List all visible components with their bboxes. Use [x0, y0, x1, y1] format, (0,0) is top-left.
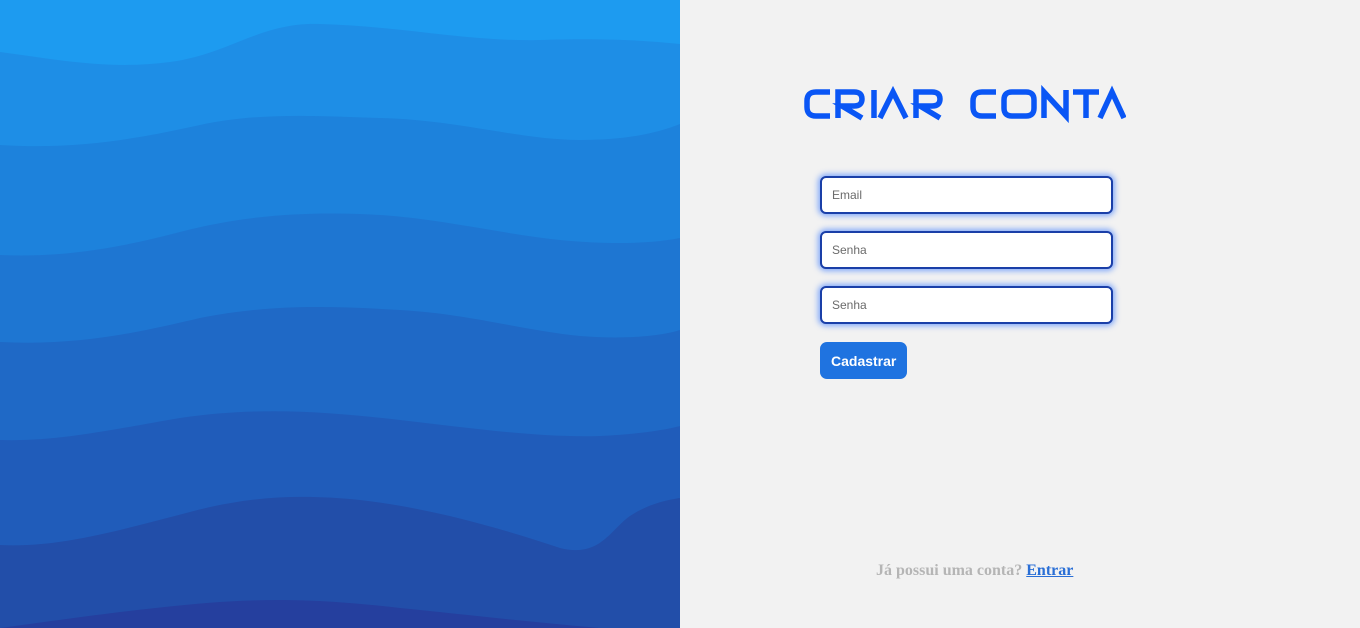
signup-form-panel: CRIAR CONTA [680, 0, 1360, 628]
wave-background [0, 0, 680, 628]
title-display-lettering [804, 84, 1126, 124]
email-field[interactable] [820, 176, 1113, 214]
password-field[interactable] [820, 231, 1113, 269]
page-title: CRIAR CONTA [804, 82, 1126, 126]
login-prompt: Já possui uma conta? Entrar [876, 562, 1073, 580]
register-button[interactable]: Cadastrar [820, 342, 908, 379]
login-prompt-text: Já possui uma conta? [876, 562, 1023, 579]
confirm-password-field[interactable] [820, 286, 1113, 324]
signup-page: CRIAR CONTA [0, 0, 1360, 628]
signup-form: Cadastrar [820, 176, 1113, 379]
decorative-wave-panel [0, 0, 680, 628]
login-link[interactable]: Entrar [1026, 562, 1073, 579]
